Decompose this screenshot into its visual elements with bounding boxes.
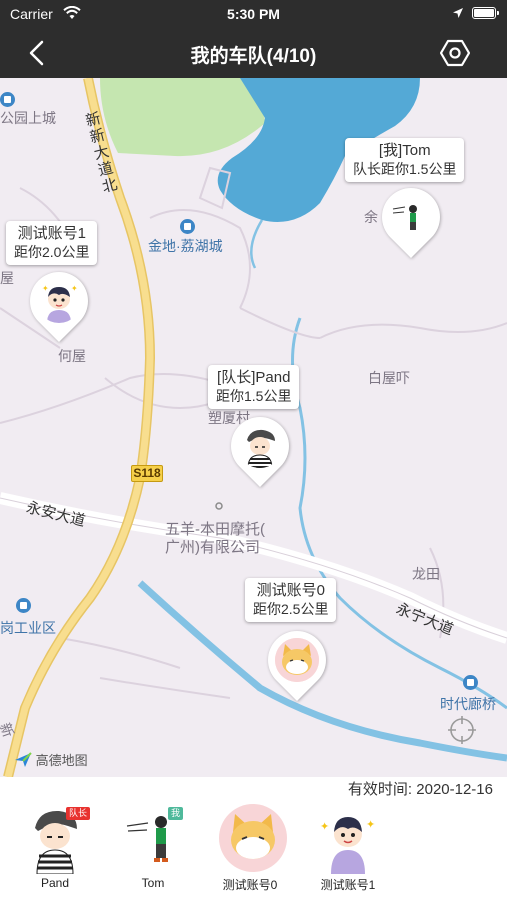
marker-callout-pand[interactable]: [队长]Pand 距你1.5公里	[208, 365, 300, 409]
marker-callout-tom[interactable]: [我]Tom 队长距你1.5公里	[345, 138, 465, 182]
marker-pin-pand[interactable]	[218, 404, 302, 488]
marker-pin-test1[interactable]: ✦ ✦	[17, 259, 101, 343]
road-shield-s118: S118	[131, 465, 163, 482]
map-label-shidai: 时代廊桥	[440, 696, 496, 712]
leader-badge: 队长	[66, 807, 91, 820]
member-item-pand[interactable]: 队长 Pand	[10, 800, 100, 896]
poi-jindi-icon	[180, 219, 195, 234]
member-name: Tom	[141, 876, 165, 890]
map-label-longtian: 龙田	[412, 566, 440, 582]
avatar-test0-icon	[219, 804, 287, 872]
map-label-yu: 余	[364, 209, 378, 225]
marker-distance: 距你2.0公里	[14, 244, 90, 260]
settings-hexagon-icon[interactable]	[440, 38, 470, 68]
member-name: Pand	[40, 876, 70, 890]
amap-arrow-icon	[15, 752, 32, 767]
map-label-wu: 屋	[0, 270, 14, 286]
page-title: 我的车队(4/10)	[190, 46, 317, 67]
marker-distance: 距你2.5公里	[253, 601, 329, 617]
member-item-tom[interactable]: 我 Tom	[108, 800, 198, 896]
marker-name: [队长]Pand	[217, 369, 291, 386]
svg-text:✦: ✦	[366, 819, 375, 831]
marker-name: 测试账号1	[17, 225, 86, 242]
poi-gang-icon	[16, 598, 31, 613]
marker-pin-test0[interactable]	[255, 618, 339, 702]
location-arrow-icon	[453, 8, 463, 18]
map-label-wuyang-2: 广州)有限公司	[165, 539, 260, 556]
member-item-test0[interactable]: 测试账号0	[205, 800, 295, 896]
svg-text:✦: ✦	[42, 284, 49, 293]
svg-text:✦: ✦	[320, 821, 329, 833]
valid-until-label: 有效时间: 2020-12-16	[347, 781, 493, 798]
locate-crosshair-icon[interactable]	[447, 715, 477, 745]
battery-icon	[472, 7, 499, 19]
me-badge: 我	[168, 807, 184, 820]
marker-callout-test0[interactable]: 测试账号0 距你2.5公里	[245, 578, 337, 622]
map-label-jindi: 金地·荔湖城	[148, 238, 223, 254]
marker-callout-test1[interactable]: 测试账号1 距你2.0公里	[6, 221, 98, 265]
map-view[interactable]: 公园上城 金地·荔湖城 屋 何屋 白屋吓 塑厦村 余 龙田 五羊-本田摩托( 广…	[0, 78, 507, 777]
map-provider-logo: 高德地图	[14, 750, 88, 769]
map-label-baiwu: 白屋吓	[368, 370, 410, 386]
avatar-test0-icon	[275, 638, 319, 682]
marker-name: 测试账号0	[256, 582, 325, 599]
nav-bar: 我的车队(4/10)	[0, 28, 507, 78]
member-name: 测试账号0	[222, 878, 278, 892]
top-bar: Carrier 5:30 PM 我的车队(4/10)	[0, 0, 507, 78]
map-label-gang: 岗工业区	[0, 620, 56, 636]
app: Carrier 5:30 PM 我的车队(4/10) 公园上城 金地·荔湖城 屋…	[0, 0, 507, 900]
member-item-test1[interactable]: ✦ ✦ 测试账号1	[303, 800, 393, 896]
marker-distance: 距你1.5公里	[216, 388, 292, 404]
status-bar: Carrier 5:30 PM	[0, 0, 507, 28]
poi-park-icon	[0, 92, 15, 107]
marker-pin-tom[interactable]	[369, 175, 453, 259]
avatar-test1-icon: ✦ ✦	[320, 817, 375, 874]
marker-distance: 队长距你1.5公里	[353, 161, 457, 177]
avatar-test1-icon: ✦ ✦	[37, 279, 81, 323]
status-time: 5:30 PM	[227, 6, 280, 22]
poi-shidai-icon	[463, 675, 478, 690]
map-label-hewu: 何屋	[58, 348, 86, 364]
map-provider-name: 高德地图	[35, 753, 88, 768]
map-label-park: 公园上城	[0, 110, 56, 126]
member-name: 测试账号1	[320, 878, 376, 892]
marker-name: [我]Tom	[378, 142, 431, 159]
avatar-tom-icon	[389, 195, 433, 239]
member-list: 队长 Pand 我 Tom 测试账号0 ✦ ✦ 测试账号1	[0, 800, 507, 900]
avatar-pand-icon	[238, 424, 282, 468]
